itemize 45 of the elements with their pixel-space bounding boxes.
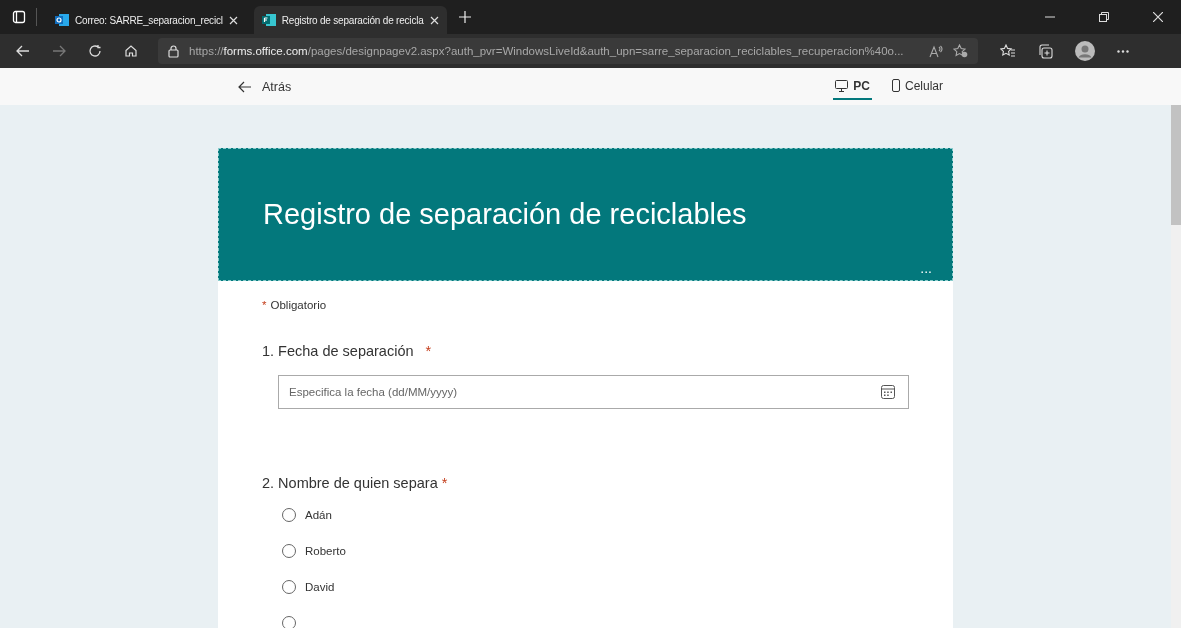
url-text: https://forms.office.com/pages/designpagev2.aspx?auth_pvr=WindowsLiveId&auth_upn=sarre_separacion_reciclables_recuperacion%40o... [189, 45, 905, 57]
collections-icon[interactable] [1038, 43, 1053, 59]
view-tab[interactable]: Celular [890, 73, 945, 100]
read-aloud-icon[interactable] [929, 44, 943, 58]
date-input-field[interactable]: Especifica la fecha (dd/MM/yyyy) [278, 375, 909, 409]
required-asterisk: * [262, 299, 267, 311]
tab-actions-icon[interactable] [12, 10, 26, 24]
new-tab-icon[interactable] [458, 11, 471, 23]
favorites-icon[interactable] [1000, 44, 1016, 58]
question-number: 1. [262, 343, 275, 359]
home-icon[interactable] [124, 44, 138, 58]
phone-icon [892, 79, 900, 92]
mail-app-icon [55, 13, 69, 27]
question-title: Nombre de quien separa [278, 475, 438, 491]
scrollbar[interactable] [1171, 105, 1181, 628]
back-button[interactable]: Atrás [236, 75, 294, 98]
question-title: Fecha de separación [278, 343, 414, 359]
option-label: Roberto [305, 544, 346, 557]
restore-icon[interactable] [1099, 12, 1109, 22]
add-favorite-icon[interactable] [953, 44, 968, 58]
back-arrow-icon [238, 80, 252, 93]
lock-icon [168, 44, 179, 58]
option-label: Adán [305, 508, 332, 521]
forward-arrow-icon[interactable] [52, 45, 66, 57]
close-icon[interactable] [429, 15, 439, 25]
address-bar[interactable]: https://forms.office.com/pages/designpagev2.aspx?auth_pvr=WindowsLiveId&auth_upn=sarre_separacion_reciclables_recuperacion%40o... [158, 38, 978, 64]
option-label: David [305, 580, 335, 593]
forms-app-icon [261, 13, 276, 27]
required-asterisk: * [425, 343, 432, 359]
calendar-icon[interactable] [881, 385, 895, 399]
question-number: 2. [262, 475, 275, 491]
required-note: Obligatorio [270, 299, 327, 311]
form-title: Registro de separación de reciclables [263, 198, 747, 231]
close-icon[interactable] [228, 15, 238, 25]
back-arrow-icon[interactable] [16, 45, 30, 57]
view-tab[interactable]: PC [833, 73, 872, 100]
browser-tab[interactable]: Correo: SARRE_separacion_recicl [47, 6, 246, 34]
monitor-icon [835, 79, 849, 92]
more-options[interactable]: ... [920, 260, 932, 276]
required-asterisk: * [441, 475, 448, 491]
more-icon[interactable] [1117, 49, 1129, 53]
profile-avatar-icon[interactable] [1075, 41, 1095, 61]
browser-tab[interactable]: Registro de separación de recicla [253, 6, 447, 34]
refresh-icon[interactable] [88, 44, 102, 58]
close-icon[interactable] [1153, 12, 1163, 22]
